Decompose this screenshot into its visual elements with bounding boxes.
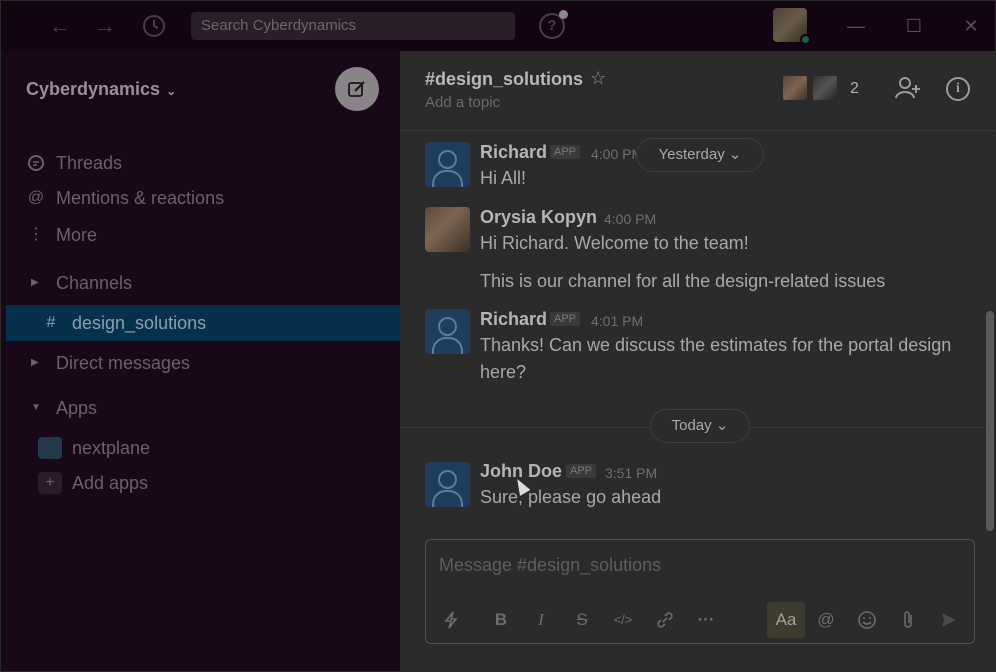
member-avatar[interactable] [811,74,839,102]
sidebar-item-add-apps[interactable]: + Add apps [1,465,400,501]
italic-icon[interactable]: I [527,606,555,634]
mention-at-icon[interactable]: @ [812,606,840,634]
add-member-icon[interactable] [894,75,922,107]
attachment-paperclip-icon[interactable] [894,606,922,634]
sidebar-item-mentions[interactable]: @ Mentions & reactions [1,180,400,216]
back-arrow-icon[interactable]: ← [47,13,73,39]
message-author[interactable]: Richard [480,142,547,163]
chevron-down-icon: ⌄ [166,84,177,98]
app-label: Add apps [72,473,149,493]
message-time[interactable]: 3:51 PM [605,465,657,481]
apps-section-header[interactable]: ▼ Apps [1,390,400,426]
formatting-toggle-button[interactable]: Aa [767,602,805,638]
at-sign-icon: @ [27,189,45,206]
section-label: Channels [56,273,133,293]
member-avatar[interactable] [781,74,809,102]
workspace-switcher[interactable]: Cyberdynamics ⌄ [26,79,176,100]
channel-view: #design_solutions ☆ Add a topic 2 i Rich… [400,51,995,671]
message-list: Richard APP 4:00 PM Hi All! Yesterday ⌄ … [400,132,995,532]
caret-down-icon: ▼ [31,402,41,413]
app-avatar[interactable] [425,462,470,507]
app-avatar[interactable] [425,142,470,187]
message-author[interactable]: Orysia Kopyn [480,207,597,228]
shortcuts-lightning-icon[interactable] [437,606,465,634]
message-input[interactable]: Message #design_solutions [439,555,661,576]
app-label: nextplane [72,438,151,458]
slack-window: ← → Search Cyberdynamics ? — ☐ ✕ Cyberdy… [0,0,996,672]
close-icon[interactable]: ✕ [959,14,983,38]
presence-indicator [800,34,811,45]
search-input[interactable]: Search Cyberdynamics [191,12,515,40]
sidebar-item-nextplane[interactable]: nextplane [1,430,400,466]
info-icon[interactable]: i [946,77,970,101]
section-label: Direct messages [56,353,191,373]
sidebar-item-threads[interactable]: Threads [1,145,400,181]
user-avatar[interactable] [425,207,470,252]
day-divider-today[interactable]: Today ⌄ [650,409,750,443]
title-bar: ← → Search Cyberdynamics ? — ☐ ✕ [1,1,995,51]
channel-label: design_solutions [72,313,207,333]
message-text: Sure, please go ahead [480,487,662,507]
message-time[interactable]: 4:00 PM [604,211,656,227]
sidebar: Cyberdynamics ⌄ Threads @ Mentions & reac… [1,51,400,671]
message-author[interactable]: Richard [480,309,547,330]
plus-icon: + [38,472,62,494]
caret-right-icon: ▶ [31,277,39,288]
minimize-icon[interactable]: — [844,14,868,38]
send-icon[interactable] [935,606,963,634]
star-icon[interactable]: ☆ [590,68,606,89]
caret-right-icon: ▶ [31,357,39,368]
message-composer: Message #design_solutions B I S </> ··· … [425,539,975,644]
notification-dot [559,10,568,19]
link-icon[interactable] [651,606,679,634]
message-text: Hi Richard. Welcome to the team! [480,233,749,253]
app-badge: APP [550,145,581,159]
emoji-icon[interactable] [853,606,881,634]
sidebar-item-label: More [56,225,98,245]
history-clock-icon[interactable] [141,13,167,39]
strikethrough-icon[interactable]: S [568,606,596,634]
message-text: Thanks! Can we discuss the estimates for… [480,335,952,382]
maximize-icon[interactable]: ☐ [902,14,926,38]
app-avatar[interactable] [425,309,470,354]
channels-section-header[interactable]: ▶ Channels [1,265,400,301]
scrollbar[interactable] [986,311,994,531]
code-icon[interactable]: </> [609,606,637,634]
app-badge: APP [566,464,597,478]
message-time[interactable]: 4:01 PM [591,313,643,329]
sidebar-item-label: Threads [56,153,123,173]
dm-section-header[interactable]: ▶ Direct messages [1,345,400,381]
forward-arrow-icon[interactable]: → [92,13,118,39]
workspace-name: Cyberdynamics [26,79,161,99]
channel-title[interactable]: #design_solutions [425,69,583,90]
app-badge: APP [550,312,581,326]
nextplane-app-icon [38,437,62,459]
section-label: Apps [56,398,98,418]
day-divider-yesterday[interactable]: Yesterday ⌄ [636,138,764,172]
sidebar-item-more[interactable]: ⋮ More [1,217,400,253]
hash-icon: # [46,314,56,331]
add-topic-link[interactable]: Add a topic [425,94,500,111]
member-count[interactable]: 2 [850,80,859,98]
message-text: This is our channel for all the design-r… [480,271,886,291]
sidebar-item-design-solutions[interactable]: # design_solutions [6,305,400,341]
compose-button[interactable] [335,67,379,111]
bold-icon[interactable]: B [487,606,515,634]
more-vertical-icon: ⋮ [28,226,44,243]
channel-header: #design_solutions ☆ Add a topic 2 i [400,51,995,131]
sidebar-item-label: Mentions & reactions [56,188,225,208]
more-horizontal-icon[interactable]: ··· [692,606,720,634]
